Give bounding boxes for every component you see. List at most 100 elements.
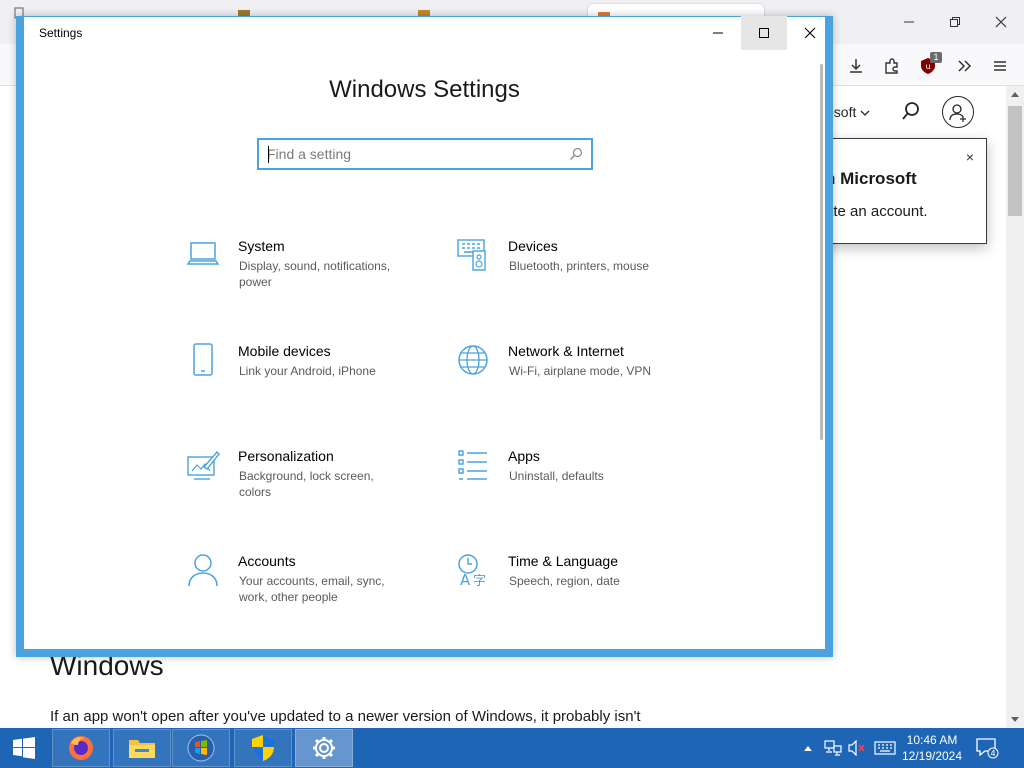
maximize-icon [759,28,769,38]
tile-network-internet[interactable]: Network & Internet Wi-Fi, airplane mode,… [456,343,706,413]
browser-scrollbar[interactable] [1006,86,1024,728]
uac-shield-icon [252,735,274,761]
tile-system[interactable]: System Display, sound, notifications, po… [186,238,436,308]
settings-title-bar[interactable]: Settings [24,16,825,50]
tile-time-language[interactable]: A字 Time & Language Speech, region, date [456,553,706,623]
close-icon [804,27,816,39]
clock-time: 10:46 AM [906,733,958,747]
paint-icon [187,450,220,480]
svg-text:u: u [925,62,930,71]
maximize-button[interactable] [741,16,787,50]
downloads-button[interactable] [842,52,870,80]
search-input[interactable] [267,144,557,164]
taskbar-security-shield[interactable] [234,729,292,767]
search-icon [902,102,919,120]
tile-title: Apps [508,448,540,464]
popup-title: n Microsoft [825,169,917,188]
tile-description: Display, sound, notifications, power [239,259,391,289]
extensions-button[interactable] [878,52,906,80]
tile-title: Accounts [238,553,296,569]
window-title: Settings [39,26,83,40]
signin-popup: × n Microsoft ate an account. [808,138,987,244]
page-title: Windows Settings [329,76,520,103]
chevron-up-icon [804,746,812,751]
person-icon [188,554,218,587]
tile-accounts[interactable]: Accounts Your accounts, email, sync, wor… [186,553,436,623]
windows-logo-icon [13,737,35,759]
more-tools-button[interactable] [950,52,978,80]
notification-count: 4 [990,749,995,758]
gear-icon [313,737,335,759]
popup-text[interactable]: ate an account. [825,203,928,220]
download-icon [850,59,862,73]
tile-personalization[interactable]: Personalization Background, lock screen,… [186,448,436,518]
tile-mobile-devices[interactable]: Mobile devices Link your Android, iPhone [186,343,436,413]
tile-title: System [238,238,285,254]
minimize-icon [904,21,914,23]
search-icon[interactable] [569,147,583,161]
taskbar-settings[interactable] [295,729,353,767]
double-chevron-icon [958,60,972,72]
browser-minimize-button[interactable] [886,8,932,36]
phone-icon [193,343,213,376]
tile-description: Link your Android, iPhone [239,364,376,378]
app-menu-button[interactable] [986,52,1014,80]
search-box[interactable] [257,138,593,170]
tile-description: Wi-Fi, airplane mode, VPN [509,364,652,378]
folder-icon [129,740,155,758]
clock-date: 12/19/2024 [901,749,963,763]
tile-title: Network & Internet [508,343,624,359]
scroll-up-arrow[interactable] [1011,92,1019,97]
firefox-icon [69,736,93,760]
restore-icon [950,17,960,27]
puzzle-icon [885,58,898,74]
tile-description: Uninstall, defaults [509,469,604,483]
person-add-icon [949,104,966,122]
taskbar-firefox[interactable] [52,729,110,767]
chevron-down-icon [860,110,870,116]
time-language-icon: A字 [458,554,486,587]
hamburger-icon [994,61,1006,71]
volume-tray-button[interactable] [846,728,868,768]
browser-close-button[interactable] [978,8,1024,36]
network-tray-button[interactable] [822,728,844,768]
svg-text:A: A [460,571,471,587]
clock[interactable]: 10:46 AM 12/19/2024 [900,732,964,764]
browser-restore-button[interactable] [932,8,978,36]
minimize-button[interactable] [695,16,741,50]
keyboard-tray-button[interactable] [872,728,898,768]
site-search-button[interactable] [900,100,924,124]
scroll-down-arrow[interactable] [1011,717,1019,722]
text-caret [268,146,269,163]
scrollbar-thumb[interactable] [1008,106,1022,216]
volume-muted-icon [848,740,865,756]
account-avatar-button[interactable] [942,96,974,128]
windows-orb-icon [187,734,215,762]
ublock-extension-button[interactable]: u 1 [914,52,942,80]
tile-apps[interactable]: Apps Uninstall, defaults [456,448,706,518]
tile-description: Your accounts, email, sync, work, other … [239,574,385,604]
keyboard-icon [874,741,896,755]
close-icon [995,16,1007,28]
devices-icon [457,239,486,271]
extension-badge: 1 [930,52,942,63]
close-button[interactable] [787,16,833,50]
settings-window: Settings Windows Settings System Display… [16,16,833,657]
taskbar-windows-orb[interactable] [172,729,230,767]
laptop-icon [186,242,220,265]
apps-list-icon [458,450,487,480]
article-paragraph: If an app won't open after you've update… [50,708,641,725]
tray-overflow-button[interactable] [800,728,816,768]
svg-text:字: 字 [473,574,486,587]
tile-description: Bluetooth, printers, mouse [509,259,650,273]
taskbar-file-explorer[interactable] [113,729,171,767]
tile-title: Time & Language [508,553,618,569]
action-center-button[interactable]: 4 [972,728,1002,768]
start-button[interactable] [0,728,48,768]
settings-scrollbar[interactable] [820,64,823,440]
popup-close-button[interactable]: × [966,149,974,165]
tile-description: Background, lock screen, colors [239,469,374,499]
tile-title: Mobile devices [238,343,331,359]
tile-devices[interactable]: Devices Bluetooth, printers, mouse [456,238,706,308]
notification-icon: 4 [976,738,999,759]
